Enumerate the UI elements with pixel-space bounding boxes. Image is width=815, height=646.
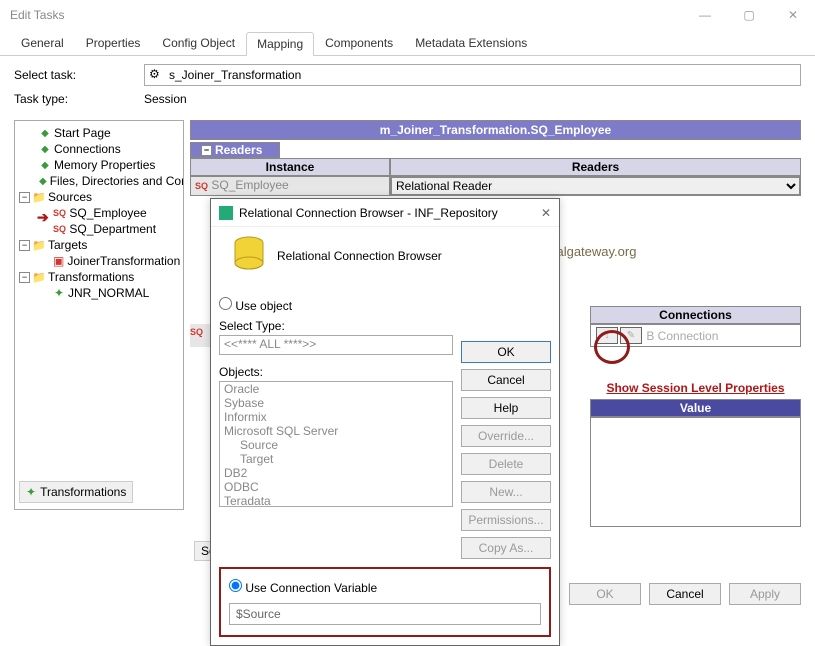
list-item[interactable]: Microsoft SQL Server (220, 424, 452, 438)
list-item[interactable]: Teradata (220, 494, 452, 507)
apply-button[interactable]: Apply (729, 583, 801, 605)
list-item[interactable]: Source (220, 438, 452, 452)
cancel-button[interactable]: Cancel (649, 583, 721, 605)
new-button[interactable]: New... (461, 481, 551, 503)
window-title: Edit Tasks (10, 8, 64, 22)
tab-properties[interactable]: Properties (75, 31, 152, 55)
tab-mapping[interactable]: Mapping (246, 32, 314, 56)
use-conn-var-radio[interactable]: Use Connection Variable (229, 579, 541, 595)
maximize-icon[interactable]: ▢ (727, 0, 771, 30)
collapse-icon[interactable]: − (19, 192, 30, 203)
connection-icon (219, 206, 233, 220)
diamond-icon (39, 127, 51, 139)
tab-components[interactable]: Components (314, 31, 404, 55)
ok-button[interactable]: OK (461, 341, 551, 363)
objects-label: Objects: (219, 365, 453, 379)
objects-list[interactable]: Oracle Sybase Informix Microsoft SQL Ser… (219, 381, 453, 507)
gear-icon: ⚙ (149, 67, 165, 83)
title-bar: Edit Tasks — ▢ ✕ (0, 0, 815, 30)
close-icon[interactable]: ✕ (541, 206, 551, 220)
connections-header: Connections (590, 306, 801, 324)
select-task-label: Select task: (14, 68, 144, 82)
edit-icon[interactable]: ✎ (620, 327, 642, 344)
select-type-label: Select Type: (219, 319, 453, 333)
tree-sources[interactable]: −Sources (19, 189, 179, 205)
collapse-icon[interactable]: − (201, 145, 212, 156)
value-body (590, 417, 801, 527)
tab-config-object[interactable]: Config Object (151, 31, 246, 55)
show-session-properties-link[interactable]: Show Session Level Properties (590, 377, 801, 399)
tree-transformations[interactable]: −Transformations (19, 269, 179, 285)
list-item[interactable]: DB2 (220, 466, 452, 480)
copy-as-button[interactable]: Copy As... (461, 537, 551, 559)
tree-connections[interactable]: Connections (19, 141, 179, 157)
select-task-value: s_Joiner_Transformation (169, 68, 301, 82)
tree-memory-props[interactable]: Memory Properties (19, 157, 179, 173)
readers-select[interactable]: Relational Reader (391, 177, 800, 195)
delete-button[interactable]: Delete (461, 453, 551, 475)
tree-joiner-target[interactable]: JoinerTransformation (19, 253, 179, 269)
tree-files-dirs[interactable]: Files, Directories and Commands (19, 173, 179, 189)
tab-metadata-extensions[interactable]: Metadata Extensions (404, 31, 538, 55)
use-object-radio[interactable]: Use object (219, 297, 453, 313)
use-connection-variable-box: Use Connection Variable (219, 567, 551, 637)
sq-prefix-cell: SQ (190, 324, 210, 347)
readers-cell[interactable]: Relational Reader (390, 176, 801, 196)
down-arrow-icon[interactable]: ↓ (596, 327, 618, 344)
target-icon (53, 255, 64, 267)
list-item[interactable]: ODBC (220, 480, 452, 494)
permissions-button[interactable]: Permissions... (461, 509, 551, 531)
folder-icon (33, 239, 45, 251)
dialog-title: Relational Connection Browser - INF_Repo… (239, 206, 498, 220)
instance-cell: SQ SQ_Employee (190, 176, 390, 196)
diamond-icon (39, 175, 47, 187)
task-type-label: Task type: (14, 92, 144, 106)
diamond-icon (39, 143, 51, 155)
relational-connection-dialog: Relational Connection Browser - INF_Repo… (210, 198, 560, 646)
folder-icon (33, 191, 45, 203)
col-readers-header: Readers (390, 158, 801, 176)
database-icon (231, 235, 267, 277)
select-type-dropdown[interactable]: <<**** ALL ****>> (219, 335, 453, 355)
list-item[interactable]: Sybase (220, 396, 452, 410)
folder-icon (33, 271, 45, 283)
connection-cell[interactable]: ↓ ✎ B Connection (590, 324, 801, 347)
connection-variable-input[interactable] (229, 603, 541, 625)
sq-icon: SQ (53, 224, 66, 234)
task-type-value: Session (144, 92, 187, 106)
select-task-dropdown[interactable]: ⚙ s_Joiner_Transformation (144, 64, 801, 86)
transformations-button[interactable]: Transformations (19, 481, 133, 503)
main-tabs: General Properties Config Object Mapping… (0, 30, 815, 56)
dialog-subtitle: Relational Connection Browser (277, 249, 442, 263)
col-instance-header: Instance (190, 158, 390, 176)
transform-icon (26, 485, 36, 499)
tree-targets[interactable]: −Targets (19, 237, 179, 253)
sq-icon: SQ (53, 208, 66, 218)
tree-panel: Start Page Connections Memory Properties… (14, 120, 184, 510)
collapse-icon[interactable]: − (19, 272, 30, 283)
cancel-button[interactable]: Cancel (461, 369, 551, 391)
collapse-icon[interactable]: − (19, 240, 30, 251)
value-header: Value (590, 399, 801, 417)
tab-general[interactable]: General (10, 31, 75, 55)
minimize-icon[interactable]: — (683, 0, 727, 30)
diamond-icon (39, 159, 51, 171)
list-item[interactable]: Informix (220, 410, 452, 424)
readers-section-label[interactable]: −Readers (190, 142, 280, 158)
mapping-header: m_Joiner_Transformation.SQ_Employee (190, 120, 801, 140)
list-item[interactable]: Oracle (220, 382, 452, 396)
override-button[interactable]: Override... (461, 425, 551, 447)
footer-buttons: OK Cancel Apply (569, 583, 801, 605)
close-icon[interactable]: ✕ (771, 0, 815, 30)
tree-start-page[interactable]: Start Page (19, 125, 179, 141)
marker-arrow-icon: ➔ (37, 209, 49, 226)
ok-button[interactable]: OK (569, 583, 641, 605)
transform-icon (53, 287, 65, 299)
list-item[interactable]: Target (220, 452, 452, 466)
tree-jnr-normal[interactable]: JNR_NORMAL (19, 285, 179, 301)
help-button[interactable]: Help (461, 397, 551, 419)
